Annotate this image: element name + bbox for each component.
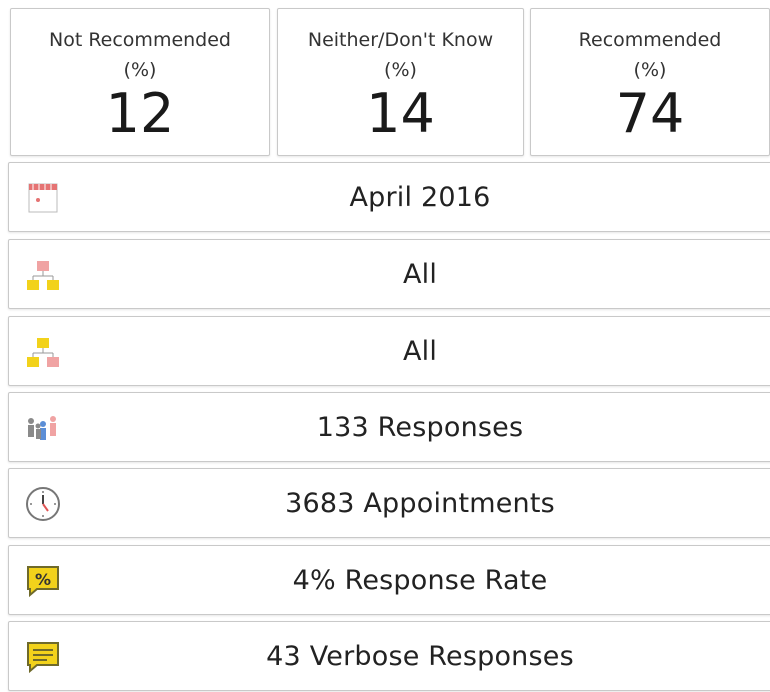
tile-label: Recommended (%): [531, 25, 769, 85]
responses-label: 133 Responses: [316, 411, 524, 443]
percent-chat-icon: %: [23, 561, 63, 601]
tile-label: Not Recommended (%): [11, 25, 269, 85]
tile-label-line2: (%): [384, 59, 417, 81]
comments-icon: [23, 637, 63, 677]
tile-value: 12: [105, 82, 175, 145]
calendar-icon: [23, 178, 63, 218]
tile-value: 14: [366, 82, 435, 145]
tile-label-line1: Recommended: [578, 29, 722, 51]
period-label: April 2016: [349, 181, 491, 213]
people-icon: [23, 408, 63, 448]
clock-icon: [23, 484, 63, 524]
tile-label-line1: Neither/Don't Know: [307, 29, 494, 51]
verbose-responses-label: 43 Verbose Responses: [266, 640, 574, 672]
organisation-label: All: [402, 258, 438, 290]
svg-text:%: %: [35, 570, 51, 589]
tile-label-line1: Not Recommended: [49, 29, 231, 51]
response-rate-label: 4% Response Rate: [292, 564, 548, 596]
recommended-tile: Recommended (%) 74: [530, 8, 770, 156]
not-recommended-tile: Not Recommended (%) 12: [10, 8, 270, 156]
responses-row[interactable]: 133 Responses: [8, 392, 770, 462]
neither-dont-know-tile: Neither/Don't Know (%) 14: [277, 8, 524, 156]
tile-value: 74: [615, 82, 685, 145]
period-row[interactable]: April 2016: [8, 162, 770, 232]
verbose-responses-row[interactable]: 43 Verbose Responses: [8, 621, 770, 691]
response-rate-row[interactable]: % 4% Response Rate: [8, 545, 770, 615]
department-row[interactable]: All: [8, 316, 770, 386]
organisation-row[interactable]: All: [8, 239, 770, 309]
tile-label: Neither/Don't Know (%): [278, 25, 523, 85]
appointments-label: 3683 Appointments: [285, 487, 555, 519]
org-chart-alt-icon: [23, 332, 63, 372]
org-chart-icon: [23, 255, 63, 295]
tile-label-line2: (%): [633, 59, 667, 81]
appointments-row[interactable]: 3683 Appointments: [8, 468, 770, 538]
tile-label-line2: (%): [123, 59, 157, 81]
department-label: All: [402, 335, 438, 367]
